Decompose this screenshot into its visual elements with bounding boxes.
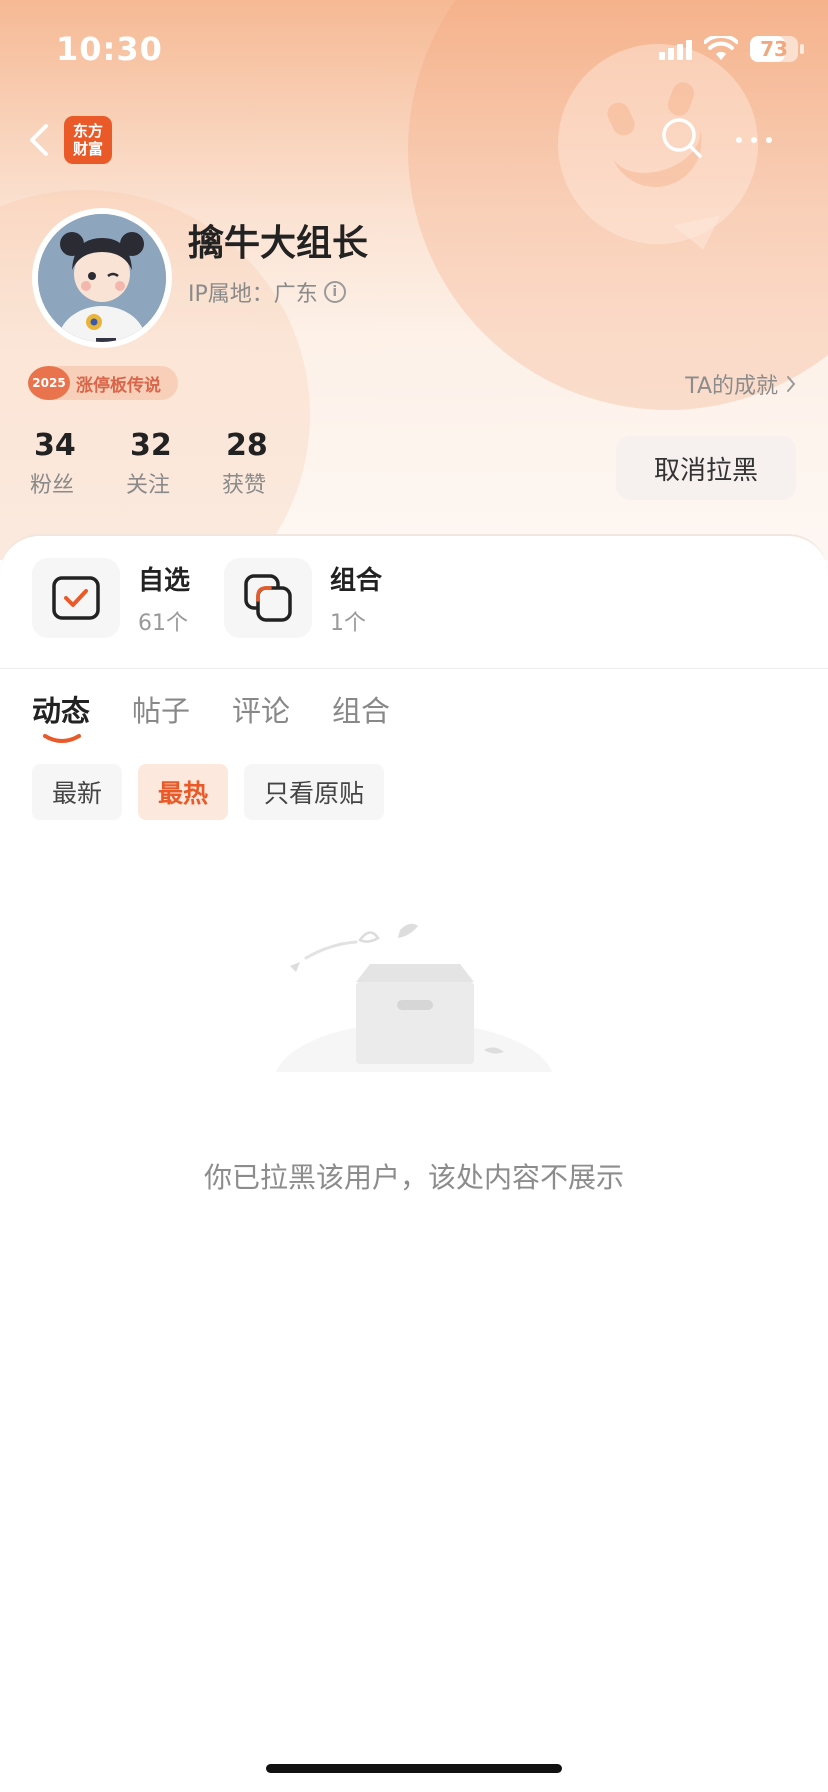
stat-label: 粉丝 (30, 473, 75, 498)
info-icon[interactable]: i (323, 281, 346, 303)
app-logo-line1: 东方 (72, 122, 103, 140)
tab-label: 动态 (32, 694, 91, 728)
tab-posts[interactable]: 帖子 (132, 688, 190, 730)
filter-original-only[interactable]: 只看原贴 (244, 764, 385, 820)
stat-likes[interactable]: 28 获赞 (222, 428, 318, 499)
user-profile-screen: 10:30 73 东方 财富 擒牛大组长 IP属地：广东 i 2025 涨停板传… (0, 0, 828, 1792)
battery-icon: 73 (750, 36, 804, 62)
achievements-link[interactable]: TA的成就 (685, 368, 796, 400)
stat-value: 34 (34, 428, 76, 463)
stat-following[interactable]: 32 关注 (126, 428, 222, 499)
tab-active-indicator (43, 734, 81, 743)
unblock-button[interactable]: 取消拉黑 (616, 436, 796, 500)
shortcut-portfolio[interactable]: 组合 1个 (224, 558, 382, 638)
tab-activity[interactable]: 动态 (32, 688, 91, 743)
signal-icon (659, 38, 692, 60)
filter-hottest[interactable]: 最热 (138, 764, 229, 820)
filter-latest[interactable]: 最新 (32, 764, 123, 820)
status-icons: 73 (659, 34, 804, 64)
divider (0, 668, 828, 669)
more-icon[interactable] (732, 118, 776, 162)
status-bar: 10:30 73 (0, 0, 828, 100)
tab-label: 帖子 (132, 694, 191, 728)
shortcut-watchlist[interactable]: 自选 61个 (32, 558, 190, 638)
tab-label: 评论 (232, 694, 291, 728)
achievements-link-label: TA的成就 (685, 374, 778, 399)
tab-portfolios[interactable]: 组合 (332, 688, 390, 730)
chevron-right-icon (787, 376, 796, 392)
stat-value: 32 (130, 428, 172, 463)
shortcut-count: 61个 (138, 610, 188, 636)
tab-label: 组合 (332, 694, 391, 728)
chevron-left-icon[interactable] (22, 118, 58, 162)
content-card: 自选 61个 组合 1个 动态 帖子 评论 组合 最新 最热 只看原贴 你已拉黑… (0, 534, 828, 1792)
shortcut-count: 1个 (330, 610, 366, 636)
battery-level-text: 73 (760, 37, 788, 61)
app-logo[interactable]: 东方 财富 (64, 116, 112, 164)
profile-stats: 34 粉丝 32 关注 28 获赞 (30, 428, 318, 499)
badge-label: 涨停板传说 (76, 375, 161, 396)
tab-comments[interactable]: 评论 (232, 688, 290, 730)
empty-state-message: 你已拉黑该用户，该处内容不展示 (203, 1161, 624, 1194)
portfolio-icon (224, 558, 312, 638)
stat-label: 获赞 (222, 473, 267, 498)
home-indicator[interactable] (266, 1764, 562, 1773)
badge-medal-icon: 2025 (28, 366, 70, 400)
username: 擒牛大组长 (188, 223, 369, 264)
ip-location: IP属地：广东 i (188, 276, 346, 308)
stat-label: 关注 (126, 473, 171, 498)
empty-box-icon (260, 923, 568, 1092)
wifi-icon (704, 36, 738, 60)
app-logo-line2: 财富 (72, 140, 103, 158)
avatar-image (38, 214, 166, 342)
stat-value: 28 (226, 428, 268, 463)
content-tabs: 动态 帖子 评论 组合 (32, 688, 390, 743)
achievement-badge[interactable]: 2025 涨停板传说 (28, 366, 178, 400)
watchlist-icon (32, 558, 120, 638)
ip-location-text: IP属地：广东 (188, 282, 318, 307)
shortcut-title: 自选 (138, 565, 191, 596)
search-icon[interactable] (660, 116, 704, 160)
avatar[interactable] (32, 208, 172, 348)
status-time: 10:30 (56, 30, 163, 68)
shortcut-title: 组合 (330, 565, 383, 596)
stat-followers[interactable]: 34 粉丝 (30, 428, 126, 499)
filter-chips: 最新 最热 只看原贴 (32, 764, 385, 820)
